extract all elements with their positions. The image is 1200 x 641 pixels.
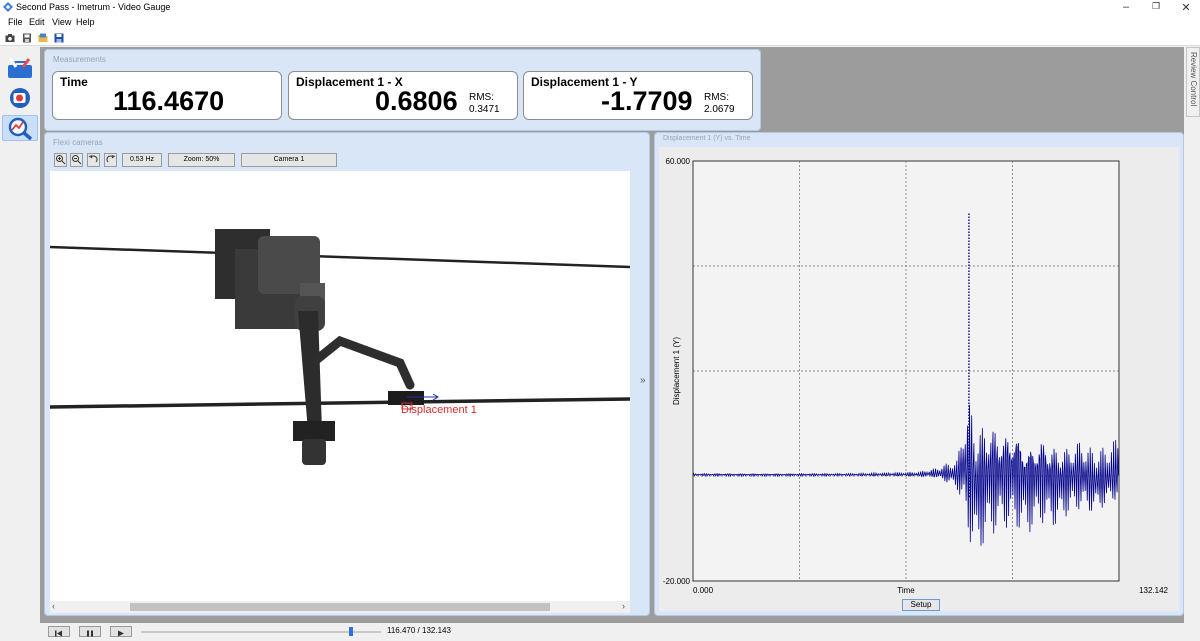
cameras-title: Flexi cameras bbox=[53, 138, 103, 147]
measurements-panel: Measurements Time 116.4670 Displacement … bbox=[44, 49, 761, 131]
displacement-y-card: Displacement 1 - Y -1.7709 RMS: 2.0679 bbox=[523, 71, 753, 120]
playback-track[interactable] bbox=[141, 631, 381, 633]
camera-select[interactable]: Camera 1 bbox=[241, 153, 337, 167]
zoom-out-icon bbox=[72, 155, 82, 165]
record-icon bbox=[10, 88, 30, 108]
play-icon bbox=[118, 630, 124, 637]
horizontal-scrollbar[interactable]: ‹ › bbox=[50, 601, 630, 613]
playback-bar: 116.470 / 132.143 bbox=[0, 623, 1200, 640]
time-label: Time bbox=[60, 75, 88, 89]
displacement-y-rms-value: 2.0679 bbox=[704, 104, 735, 115]
menu-bar: File Edit View Help bbox=[0, 16, 1200, 30]
x-tick-label-right: 132.142 bbox=[1139, 586, 1168, 595]
side-toolbar bbox=[0, 47, 40, 623]
skip-start-icon bbox=[55, 630, 62, 637]
analysis-button[interactable] bbox=[2, 115, 38, 141]
magnifier-chart-icon bbox=[8, 117, 33, 140]
chart: 60.000 -20.000 0.000 132.142 Time Displa… bbox=[663, 157, 1169, 595]
pause-button[interactable] bbox=[79, 626, 101, 637]
rotate-right-icon bbox=[106, 154, 116, 163]
review-control-label: Review Control bbox=[1189, 52, 1198, 107]
menu-edit[interactable]: Edit bbox=[29, 17, 45, 27]
rotate-left-button[interactable] bbox=[87, 153, 100, 167]
pause-icon bbox=[87, 630, 93, 637]
rotate-left-icon bbox=[88, 154, 98, 163]
camera-view[interactable]: Displacement 1 bbox=[50, 171, 630, 601]
expand-panel-icon[interactable]: » bbox=[640, 375, 646, 386]
y-axis-label: Displacement 1 (Y) bbox=[672, 337, 681, 405]
document-save-icon[interactable] bbox=[22, 33, 32, 43]
target-label: Displacement 1 bbox=[401, 404, 477, 416]
menu-view[interactable]: View bbox=[52, 17, 71, 27]
plot-area[interactable]: 60.000 -20.000 0.000 132.142 Time Displa… bbox=[659, 147, 1179, 611]
zoom-in-icon bbox=[56, 155, 66, 165]
open-folder-icon[interactable] bbox=[38, 33, 48, 43]
zoom-level-display: Zoom: 50% bbox=[168, 153, 235, 167]
setup-button[interactable]: Setup bbox=[902, 599, 940, 611]
play-button[interactable] bbox=[110, 626, 132, 637]
restore-button[interactable]: ❐ bbox=[1146, 1, 1166, 12]
plot-panel: Displacement 1 (Y) vs. Time 60.000 -20.0… bbox=[654, 132, 1184, 616]
scrollbar-thumb[interactable] bbox=[130, 603, 550, 611]
x-tick-label-left: 0.000 bbox=[693, 586, 714, 595]
rotate-right-button[interactable] bbox=[104, 153, 117, 167]
measurements-title: Measurements bbox=[53, 55, 106, 64]
displacement-x-value: 0.6806 bbox=[375, 86, 458, 116]
toolbox-icon bbox=[8, 58, 32, 78]
app-icon bbox=[3, 2, 13, 12]
record-button[interactable] bbox=[2, 85, 38, 111]
time-value: 116.4670 bbox=[113, 86, 225, 116]
title-bar: Second Pass - Imetrum - Video Gauge – ❐ … bbox=[0, 0, 1200, 16]
y-tick-label-bottom: -20.000 bbox=[663, 577, 691, 586]
close-button[interactable]: ✕ bbox=[1176, 1, 1196, 14]
menu-file[interactable]: File bbox=[8, 17, 23, 27]
playback-position: 116.470 / 132.143 bbox=[387, 626, 451, 635]
cameras-panel: Flexi cameras 0.53 Hz Zoom: 50% Camera 1 bbox=[44, 132, 650, 616]
playback-slider-thumb[interactable] bbox=[348, 627, 353, 636]
displacement-y-rms-label: RMS: bbox=[704, 92, 729, 103]
zoom-in-button[interactable] bbox=[54, 153, 67, 167]
toolbar bbox=[0, 30, 1200, 46]
frame-rate-display: 0.53 Hz bbox=[122, 153, 162, 167]
x-axis-label: Time bbox=[897, 586, 915, 595]
camera-icon[interactable] bbox=[5, 33, 15, 43]
zoom-out-button[interactable] bbox=[70, 153, 83, 167]
save-icon[interactable] bbox=[54, 33, 64, 43]
y-tick-label-top: 60.000 bbox=[666, 157, 691, 166]
scroll-right-icon[interactable]: › bbox=[622, 601, 625, 611]
scroll-left-icon[interactable]: ‹ bbox=[52, 601, 55, 611]
displacement-x-rms-value: 0.3471 bbox=[469, 104, 500, 115]
displacement-x-card: Displacement 1 - X 0.6806 RMS: 0.3471 bbox=[288, 71, 518, 120]
displacement-y-value: -1.7709 bbox=[601, 86, 693, 116]
window-title: Second Pass - Imetrum - Video Gauge bbox=[16, 2, 171, 12]
time-card: Time 116.4670 bbox=[52, 71, 282, 120]
displacement-x-rms-label: RMS: bbox=[469, 92, 494, 103]
skip-to-start-button[interactable] bbox=[48, 626, 70, 637]
setup-tools-button[interactable] bbox=[2, 55, 38, 81]
camera-image: Displacement 1 bbox=[50, 229, 630, 465]
menu-help[interactable]: Help bbox=[76, 17, 95, 27]
plot-title: Displacement 1 (Y) vs. Time bbox=[663, 135, 751, 142]
minimize-button[interactable]: – bbox=[1116, 1, 1136, 13]
review-control-tab[interactable]: Review Control bbox=[1186, 47, 1200, 117]
